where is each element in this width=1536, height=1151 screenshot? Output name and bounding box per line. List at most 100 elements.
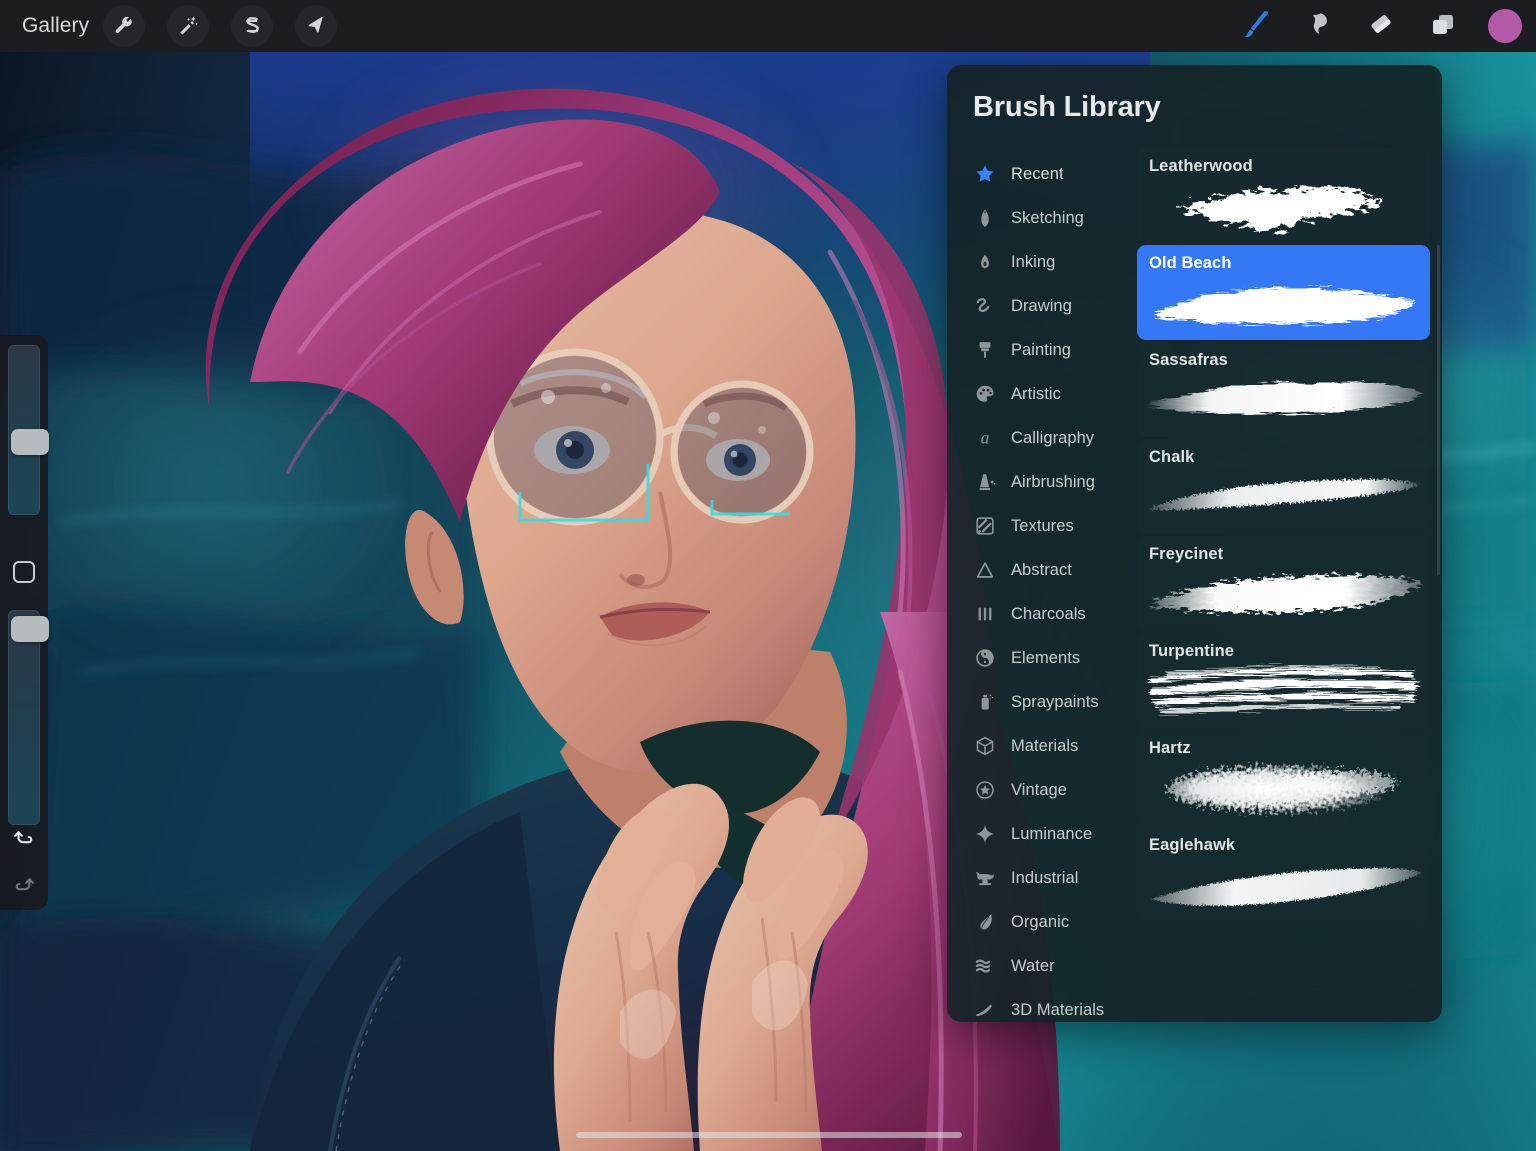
category-elements[interactable]: Elements: [947, 636, 1137, 680]
category-organic[interactable]: Organic: [947, 900, 1137, 944]
category-painting[interactable]: Painting: [947, 328, 1137, 372]
brush-item-chalk[interactable]: Chalk: [1137, 439, 1430, 534]
eraser-icon: [1365, 8, 1397, 45]
adjustments-wand-button[interactable]: [167, 5, 210, 47]
category-label: Textures: [1011, 516, 1074, 535]
category-label: Luminance: [1011, 824, 1093, 843]
undo-icon: [11, 825, 37, 856]
top-toolbar: Gallery: [0, 0, 1536, 52]
actions-wrench-button[interactable]: [103, 5, 146, 47]
category-label: Water: [1011, 956, 1055, 975]
toolbar-left-group: Gallery: [0, 5, 359, 47]
toolbar-right-group: [1226, 4, 1536, 48]
category-vintage[interactable]: Vintage: [947, 768, 1137, 812]
category-inking[interactable]: Inking: [947, 240, 1137, 284]
redo-button[interactable]: [9, 872, 39, 902]
brush-item-turpentine[interactable]: Turpentine: [1137, 633, 1430, 728]
category-label: Elements: [1011, 648, 1081, 667]
category-label: Industrial: [1011, 868, 1079, 887]
category-artistic[interactable]: Artistic: [947, 372, 1137, 416]
hatch-square-icon: [971, 514, 999, 538]
category-3d-materials[interactable]: 3D Materials: [947, 988, 1137, 1022]
brush-preview-list[interactable]: Leatherwood Old Beach Sassafras Chalk Fr…: [1137, 148, 1434, 1022]
anvil-icon: [971, 866, 999, 890]
smudge-icon: [1303, 8, 1335, 45]
brush-stroke-preview: [1137, 754, 1430, 824]
category-luminance[interactable]: Luminance: [947, 812, 1137, 856]
category-label: Charcoals: [1011, 604, 1086, 623]
category-spraypaints[interactable]: Spraypaints: [947, 680, 1137, 724]
modify-button[interactable]: [13, 561, 35, 583]
brush-item-sassafras[interactable]: Sassafras: [1137, 342, 1430, 437]
gallery-button[interactable]: Gallery: [18, 10, 103, 42]
brush-size-thumb[interactable]: [11, 429, 49, 455]
brush-size-slider[interactable]: [8, 345, 49, 515]
redo-icon: [11, 872, 37, 903]
transform-arrow-button[interactable]: [295, 5, 338, 47]
brush-stroke-preview: [1137, 269, 1430, 339]
smudge-button[interactable]: [1288, 4, 1350, 48]
brush-name: Turpentine: [1149, 642, 1235, 660]
selection-button[interactable]: [231, 5, 274, 47]
category-water[interactable]: Water: [947, 944, 1137, 988]
brush-item-hartz[interactable]: Hartz: [1137, 730, 1430, 825]
procreate-app: Gallery Brush Library Recent Sketching I…: [0, 0, 1536, 1151]
category-label: Vintage: [1011, 780, 1068, 799]
brush-item-leatherwood[interactable]: Leatherwood: [1137, 148, 1430, 243]
category-airbrushing[interactable]: Airbrushing: [947, 460, 1137, 504]
category-label: Drawing: [1011, 296, 1072, 315]
letter-a-icon: a: [971, 426, 999, 450]
squiggle-icon: [971, 294, 999, 318]
category-charcoals[interactable]: Charcoals: [947, 592, 1137, 636]
category-drawing[interactable]: Drawing: [947, 284, 1137, 328]
category-label: Spraypaints: [1011, 692, 1099, 711]
category-label: Sketching: [1011, 208, 1084, 227]
category-textures[interactable]: Textures: [947, 504, 1137, 548]
brush-stroke-preview: [1137, 560, 1430, 630]
layers-icon: [1427, 8, 1459, 45]
cube-icon: [971, 734, 999, 758]
paint-brush-icon: [971, 338, 999, 362]
brush-library-panel: Brush Library Recent Sketching Inking Dr…: [947, 65, 1442, 1022]
category-label: Artistic: [1011, 384, 1061, 403]
category-label: Painting: [1011, 340, 1072, 359]
brush-name: Sassafras: [1149, 351, 1228, 369]
waves-icon: [971, 954, 999, 978]
leaf-icon: [971, 910, 999, 934]
category-recent[interactable]: Recent: [947, 152, 1137, 196]
undo-button[interactable]: [9, 825, 39, 855]
star-circle-icon: [971, 778, 999, 802]
triangle-icon: [971, 558, 999, 582]
brush-item-freycinet[interactable]: Freycinet: [1137, 536, 1430, 631]
category-materials[interactable]: Materials: [947, 724, 1137, 768]
paint-brush-icon: [1240, 7, 1274, 46]
paint-brush-button[interactable]: [1226, 4, 1288, 48]
transform-arrow-icon: [305, 15, 327, 37]
category-calligraphy[interactable]: a Calligraphy: [947, 416, 1137, 460]
brush-opacity-slider[interactable]: [8, 610, 49, 825]
brush-category-list: Recent Sketching Inking Drawing Painting…: [947, 148, 1137, 1022]
adjustments-wand-icon: [177, 15, 199, 37]
pencil-tip-icon: [971, 206, 999, 230]
category-label: Organic: [1011, 912, 1070, 931]
ink-nib-icon: [971, 250, 999, 274]
layers-button[interactable]: [1412, 4, 1474, 48]
brush-name: Hartz: [1149, 739, 1191, 757]
category-abstract[interactable]: Abstract: [947, 548, 1137, 592]
brush-library-title: Brush Library: [973, 91, 1161, 123]
brush-list-scrollbar[interactable]: [1437, 245, 1440, 575]
brush-item-eaglehawk[interactable]: Eaglehawk: [1137, 827, 1430, 922]
swoosh-icon: [971, 998, 999, 1022]
brush-name: Eaglehawk: [1149, 836, 1236, 854]
category-industrial[interactable]: Industrial: [947, 856, 1137, 900]
spray-can-icon: [971, 690, 999, 714]
category-sketching[interactable]: Sketching: [947, 196, 1137, 240]
yinyang-icon: [971, 646, 999, 670]
category-label: Calligraphy: [1011, 428, 1095, 447]
brush-item-old-beach[interactable]: Old Beach: [1137, 245, 1430, 340]
color-picker-swatch[interactable]: [1488, 9, 1522, 43]
actions-wrench-icon: [113, 15, 135, 37]
brush-stroke-preview: [1137, 851, 1430, 921]
eraser-button[interactable]: [1350, 4, 1412, 48]
brush-opacity-thumb[interactable]: [11, 616, 49, 642]
